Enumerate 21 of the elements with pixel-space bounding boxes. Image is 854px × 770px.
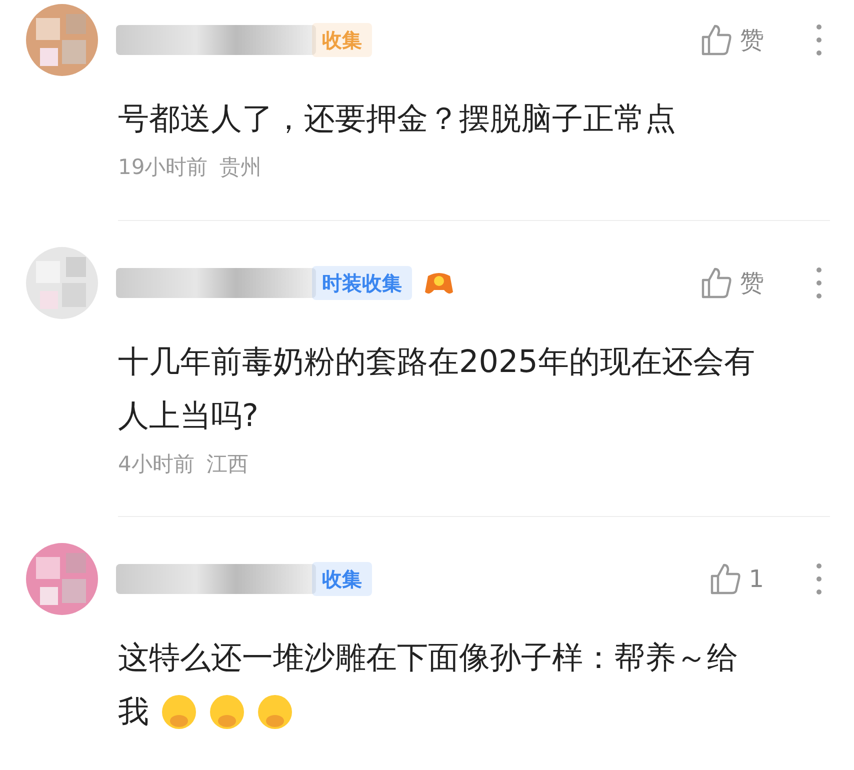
comment-text: 这特么还一堆沙雕在下面像孙子样：帮养～给: [118, 639, 739, 678]
emoji-icon: [257, 694, 293, 730]
comment-location: 贵州: [220, 154, 262, 181]
badge-label: 时装收集: [312, 266, 412, 300]
more-icon[interactable]: [814, 266, 824, 300]
badge-label: 收集: [312, 23, 372, 57]
like-button[interactable]: 赞: [700, 264, 764, 300]
comment-text: 人上当吗?: [118, 396, 260, 436]
badge-label: 收集: [312, 562, 372, 596]
emoji-icon: [161, 694, 197, 730]
comment-time: 4小时前: [118, 450, 194, 478]
comment-text: 我: [118, 693, 149, 732]
more-icon[interactable]: [814, 23, 824, 57]
emoji-icon: [209, 694, 245, 730]
like-button[interactable]: 赞: [700, 22, 764, 58]
comment-location: 江西: [206, 450, 248, 478]
more-icon[interactable]: [814, 562, 824, 596]
like-button[interactable]: 1: [708, 561, 764, 597]
comment-text: 号都送人了，还要押金？摆脱脑子正常点: [118, 100, 677, 139]
comment-time: 19小时前: [118, 154, 208, 181]
comment-text: 十几年前毒奶粉的套路在2025年的现在还会有: [118, 342, 756, 382]
